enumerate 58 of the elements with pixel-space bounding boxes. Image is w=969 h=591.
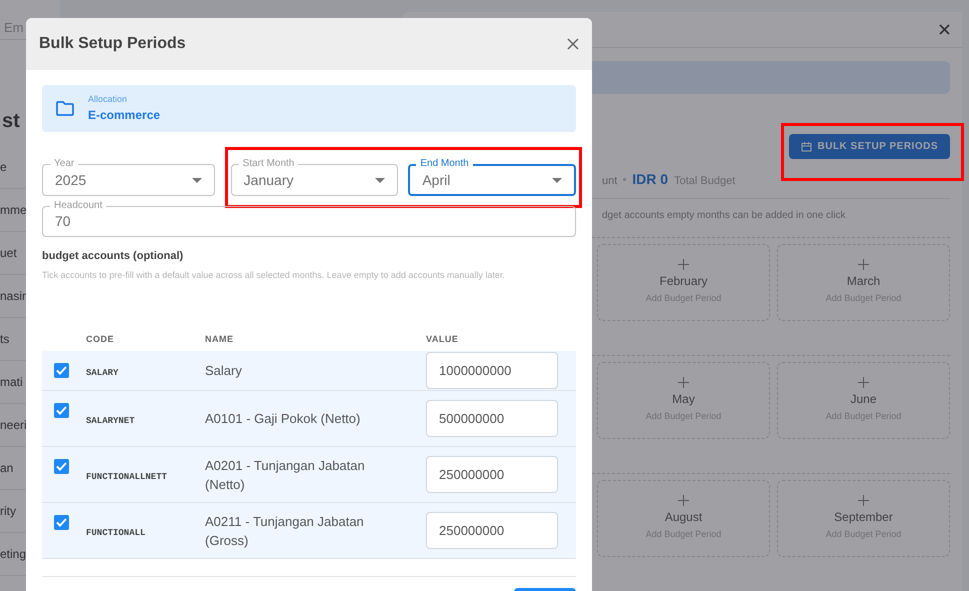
- account-code: FUNCTIONALLNETT: [86, 470, 168, 484]
- account-code: SALARYNET: [86, 414, 136, 428]
- total-label: Total Budget: [674, 174, 736, 189]
- value-input[interactable]: 500000000: [426, 400, 558, 437]
- column-header: CODE: [86, 333, 116, 346]
- check-icon: [56, 462, 67, 471]
- value-input[interactable]: 1000000000: [426, 352, 558, 389]
- checkbox[interactable]: [54, 459, 69, 474]
- dropdown-caret-icon: [192, 178, 202, 182]
- account-code: SALARY: [86, 366, 120, 380]
- allocation-label: Allocation: [88, 92, 128, 106]
- plus-icon: [678, 377, 689, 388]
- checkbox[interactable]: [54, 363, 69, 378]
- checkbox[interactable]: [54, 403, 69, 418]
- checkbox[interactable]: [54, 515, 69, 530]
- month-name: May: [672, 391, 695, 408]
- allocation-value: E-commerce: [88, 107, 160, 124]
- plus-icon: [858, 377, 869, 388]
- hint-text: dget accounts empty months can be added in one click: [601, 209, 846, 223]
- account-name: A0201 - Tunjangan Jabatan (Netto): [205, 456, 366, 494]
- column-header: VALUE: [426, 333, 458, 346]
- plus-icon: [678, 259, 689, 270]
- modal-title: Bulk Setup Periods: [39, 34, 186, 54]
- account-name: A0211 - Tunjangan Jabatan (Gross): [205, 512, 365, 550]
- check-icon: [56, 518, 67, 527]
- field-value: January: [244, 170, 294, 190]
- field-value: 70: [55, 212, 71, 231]
- check-icon: [56, 366, 67, 375]
- check-icon: [56, 406, 67, 415]
- total-amount: IDR 0: [632, 170, 668, 189]
- calendar-icon: [800, 141, 812, 152]
- value-input[interactable]: 250000000: [426, 512, 558, 549]
- month-name: March: [846, 273, 880, 290]
- field-value: 2025: [55, 170, 86, 190]
- bullet-separator-icon: [623, 178, 626, 181]
- dropdown-caret-icon: [552, 178, 562, 182]
- field-value: April: [422, 170, 450, 190]
- section-title: budget accounts (optional): [42, 249, 184, 264]
- summary-text: unt: [602, 174, 618, 189]
- month-name: September: [834, 509, 893, 526]
- column-header: NAME: [205, 333, 234, 346]
- dropdown-caret-icon: [375, 178, 386, 182]
- value-input[interactable]: 250000000: [426, 456, 558, 493]
- month-name: February: [659, 273, 708, 290]
- bulk-setup-button[interactable]: BULK SETUP PERIODS: [788, 134, 950, 159]
- section-hint: Tick accounts to pre-fill with a default value across all selected months. Leave empty to add accounts manually later.: [42, 268, 506, 282]
- page-heading: st: [1, 109, 21, 134]
- close-icon[interactable]: [567, 38, 579, 50]
- account-name: A0101 - Gaji Pokok (Netto): [205, 410, 362, 428]
- close-icon[interactable]: [939, 24, 950, 35]
- plus-icon: [858, 495, 869, 506]
- month-name: June: [850, 391, 877, 408]
- plus-icon: [678, 495, 689, 506]
- folder-icon: [56, 101, 74, 116]
- account-name: Salary: [205, 362, 243, 380]
- month-name: August: [664, 509, 702, 526]
- account-code: FUNCTIONALL: [86, 526, 146, 540]
- plus-icon: [858, 259, 869, 270]
